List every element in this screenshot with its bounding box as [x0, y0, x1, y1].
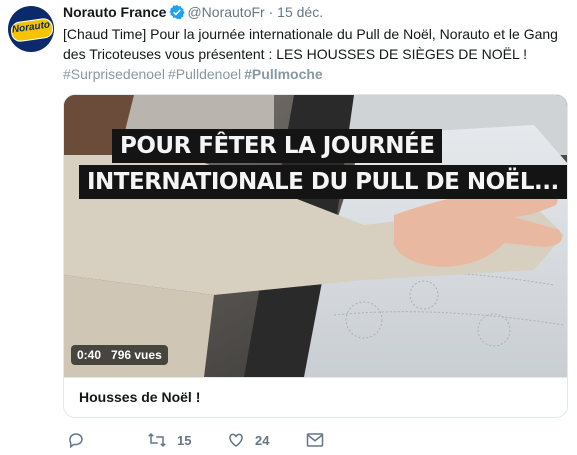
- verified-badge-icon: [169, 4, 186, 25]
- video-player[interactable]: POUR FÊTER LA JOURNÉE INTERNATIONALE DU …: [64, 95, 567, 377]
- tweet-actions: 15 24: [63, 428, 568, 452]
- video-caption-line2: INTERNATIONALE DU PULL DE NOËL...: [79, 165, 567, 199]
- reply-icon: [67, 431, 85, 449]
- hashtag-pullmoche[interactable]: #Pullmoche: [244, 66, 323, 82]
- hashtag-surprisedenoel[interactable]: #Surprisedenoel: [63, 66, 165, 82]
- direct-message-icon: [306, 432, 324, 448]
- card-title: Housses de Noël !: [79, 389, 201, 405]
- account-name[interactable]: Norauto France: [63, 4, 166, 20]
- hashtag-list: #Surprisedenoel #Pulldenoel #Pullmoche: [63, 64, 326, 84]
- reply-button[interactable]: [67, 428, 95, 452]
- video-views: 796 vues: [111, 348, 162, 362]
- like-button[interactable]: 24: [227, 428, 269, 452]
- date-separator: ·: [268, 4, 274, 20]
- direct-message-button[interactable]: [306, 428, 324, 452]
- like-icon: [227, 431, 245, 449]
- video-meta-badge: 0:40 796 vues: [71, 345, 168, 365]
- video-card[interactable]: POUR FÊTER LA JOURNÉE INTERNATIONALE DU …: [63, 94, 568, 418]
- account-handle[interactable]: @NorautoFr: [187, 4, 264, 20]
- avatar[interactable]: Norauto: [8, 6, 54, 52]
- tweet-header: Norauto France @NorautoFr · 15 déc.: [63, 2, 323, 25]
- card-title-area[interactable]: Housses de Noël !: [64, 377, 567, 417]
- like-count: 24: [255, 432, 270, 448]
- tweet-date[interactable]: 15 déc.: [277, 4, 323, 20]
- retweet-icon: [147, 431, 167, 449]
- video-caption-line1: POUR FÊTER LA JOURNÉE: [112, 129, 443, 163]
- video-duration: 0:40: [77, 348, 102, 362]
- retweet-count: 15: [177, 432, 192, 448]
- hashtag-pulldenoel[interactable]: #Pulldenoel: [168, 66, 241, 82]
- tweet-text: [Chaud Time] Pour la journée internation…: [63, 26, 558, 62]
- retweet-button[interactable]: 15: [147, 428, 191, 452]
